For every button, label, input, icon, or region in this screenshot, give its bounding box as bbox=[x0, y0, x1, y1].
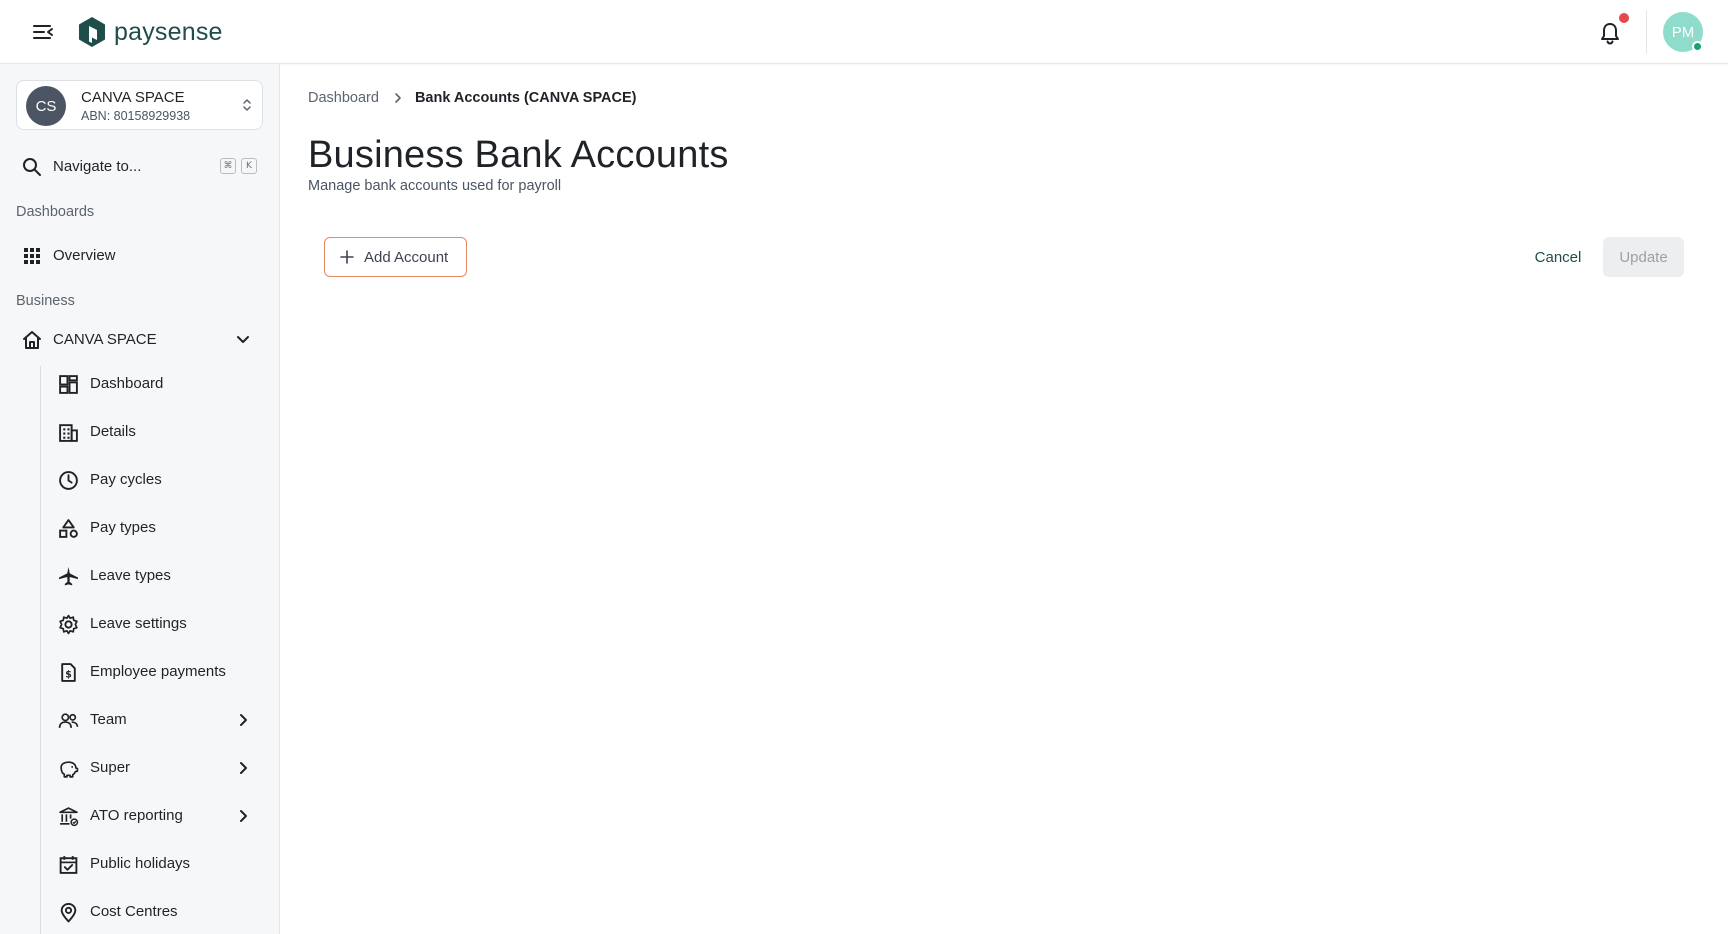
chevron-right-icon bbox=[240, 810, 247, 822]
clock-icon bbox=[59, 471, 78, 490]
org-avatar: CS bbox=[26, 86, 66, 126]
sidebar-item-label: Leave types bbox=[90, 567, 171, 584]
chevron-right-icon bbox=[393, 92, 403, 104]
sidebar-item-label: Dashboard bbox=[90, 375, 164, 392]
add-account-label: Add Account bbox=[364, 248, 449, 266]
sidebar-item-pay-cycles[interactable]: Pay cycles bbox=[53, 460, 263, 500]
location-pin-icon bbox=[60, 902, 77, 923]
chevron-right-icon bbox=[240, 762, 247, 774]
page-subtitle: Manage bank accounts used for payroll bbox=[308, 178, 562, 194]
brand-logo[interactable]: paysense bbox=[78, 15, 223, 49]
svg-text:$: $ bbox=[65, 670, 72, 681]
plus-icon bbox=[339, 249, 355, 265]
main-content: Dashboard Bank Accounts (CANVA SPACE) Bu… bbox=[280, 64, 1728, 934]
brand-name: paysense bbox=[114, 17, 223, 46]
navigate-search[interactable]: Navigate to... ⌘ K bbox=[16, 150, 263, 184]
breadcrumb-current: Bank Accounts (CANVA SPACE) bbox=[414, 90, 637, 106]
sidebar-item-label: Pay cycles bbox=[90, 471, 162, 488]
sidebar-item-label: Super bbox=[90, 759, 131, 776]
organization-switcher[interactable]: CS CANVA SPACE ABN: 80158929938 bbox=[16, 80, 263, 130]
bank-icon bbox=[59, 807, 79, 827]
sidebar-item-label: Team bbox=[90, 711, 127, 728]
page-title: Business Bank Accounts bbox=[308, 134, 729, 176]
sidebar-item-leave-settings[interactable]: Leave settings bbox=[53, 604, 263, 644]
sidebar-item-business[interactable]: CANVA SPACE bbox=[16, 322, 263, 358]
sidebar-item-leave-types[interactable]: Leave types bbox=[53, 556, 263, 596]
sidebar-item-label: CANVA SPACE bbox=[53, 331, 157, 348]
plane-icon bbox=[59, 567, 78, 586]
sidebar-item-cost-centres[interactable]: Cost Centres bbox=[53, 892, 263, 932]
chevron-down-icon bbox=[237, 336, 249, 343]
calendar-check-icon bbox=[59, 856, 78, 874]
add-account-button[interactable]: Add Account bbox=[324, 237, 467, 277]
sidebar-item-ato-reporting[interactable]: ATO reporting bbox=[53, 796, 263, 836]
top-bar: paysense PM bbox=[0, 0, 1728, 64]
k-key-hint: K bbox=[241, 158, 257, 174]
chevron-right-icon bbox=[240, 714, 247, 726]
team-icon bbox=[58, 713, 79, 728]
sidebar-item-label: Details bbox=[90, 423, 136, 440]
update-button[interactable]: Update bbox=[1603, 237, 1684, 277]
sidebar-item-label: ATO reporting bbox=[90, 807, 183, 824]
org-abn: ABN: 80158929938 bbox=[81, 109, 191, 123]
menu-collapse-icon[interactable] bbox=[30, 20, 56, 44]
sidebar-item-label: Leave settings bbox=[90, 615, 187, 632]
gear-icon bbox=[59, 614, 78, 635]
online-status-indicator bbox=[1692, 41, 1703, 52]
building-icon bbox=[59, 424, 78, 442]
header-divider bbox=[1646, 10, 1647, 54]
paysense-logo-icon bbox=[79, 17, 105, 47]
navigate-search-label: Navigate to... bbox=[53, 158, 142, 175]
sidebar-item-label: Cost Centres bbox=[90, 903, 178, 920]
sidebar: CS CANVA SPACE ABN: 80158929938 Navigate… bbox=[0, 64, 280, 934]
chevron-up-down-icon bbox=[243, 99, 251, 111]
command-key-hint: ⌘ bbox=[220, 158, 236, 174]
section-label-dashboards: Dashboards bbox=[16, 204, 95, 220]
sidebar-item-super[interactable]: Super bbox=[53, 748, 263, 788]
notifications-bell-icon[interactable] bbox=[1596, 19, 1624, 47]
piggy-bank-icon bbox=[60, 761, 79, 778]
shapes-icon bbox=[59, 519, 78, 538]
sidebar-item-dashboard[interactable]: Dashboard bbox=[53, 364, 263, 404]
submenu-guide-line bbox=[40, 366, 41, 934]
notification-badge bbox=[1619, 13, 1629, 23]
breadcrumb-dashboard-link[interactable]: Dashboard bbox=[308, 90, 379, 106]
sidebar-item-label: Pay types bbox=[90, 519, 156, 536]
sidebar-item-team[interactable]: Team bbox=[53, 700, 263, 740]
sidebar-item-overview[interactable]: Overview bbox=[16, 238, 263, 274]
cancel-button[interactable]: Cancel bbox=[1513, 237, 1603, 277]
grid-icon bbox=[24, 248, 40, 264]
search-icon bbox=[23, 158, 41, 176]
section-label-business: Business bbox=[16, 293, 75, 309]
home-icon bbox=[23, 331, 41, 349]
payment-document-icon: $ bbox=[61, 663, 76, 682]
sidebar-item-details[interactable]: Details bbox=[53, 412, 263, 452]
sidebar-item-pay-types[interactable]: Pay types bbox=[53, 508, 263, 548]
breadcrumb: Dashboard Bank Accounts (CANVA SPACE) bbox=[308, 90, 637, 106]
sidebar-item-label: Overview bbox=[53, 247, 116, 264]
sidebar-item-employee-payments[interactable]: $ Employee payments bbox=[53, 652, 263, 692]
sidebar-item-label: Public holidays bbox=[90, 855, 191, 872]
sidebar-item-label: Employee payments bbox=[90, 663, 226, 680]
dashboard-icon bbox=[59, 375, 78, 394]
org-name: CANVA SPACE bbox=[81, 89, 185, 106]
sidebar-item-public-holidays[interactable]: Public holidays bbox=[53, 844, 263, 884]
